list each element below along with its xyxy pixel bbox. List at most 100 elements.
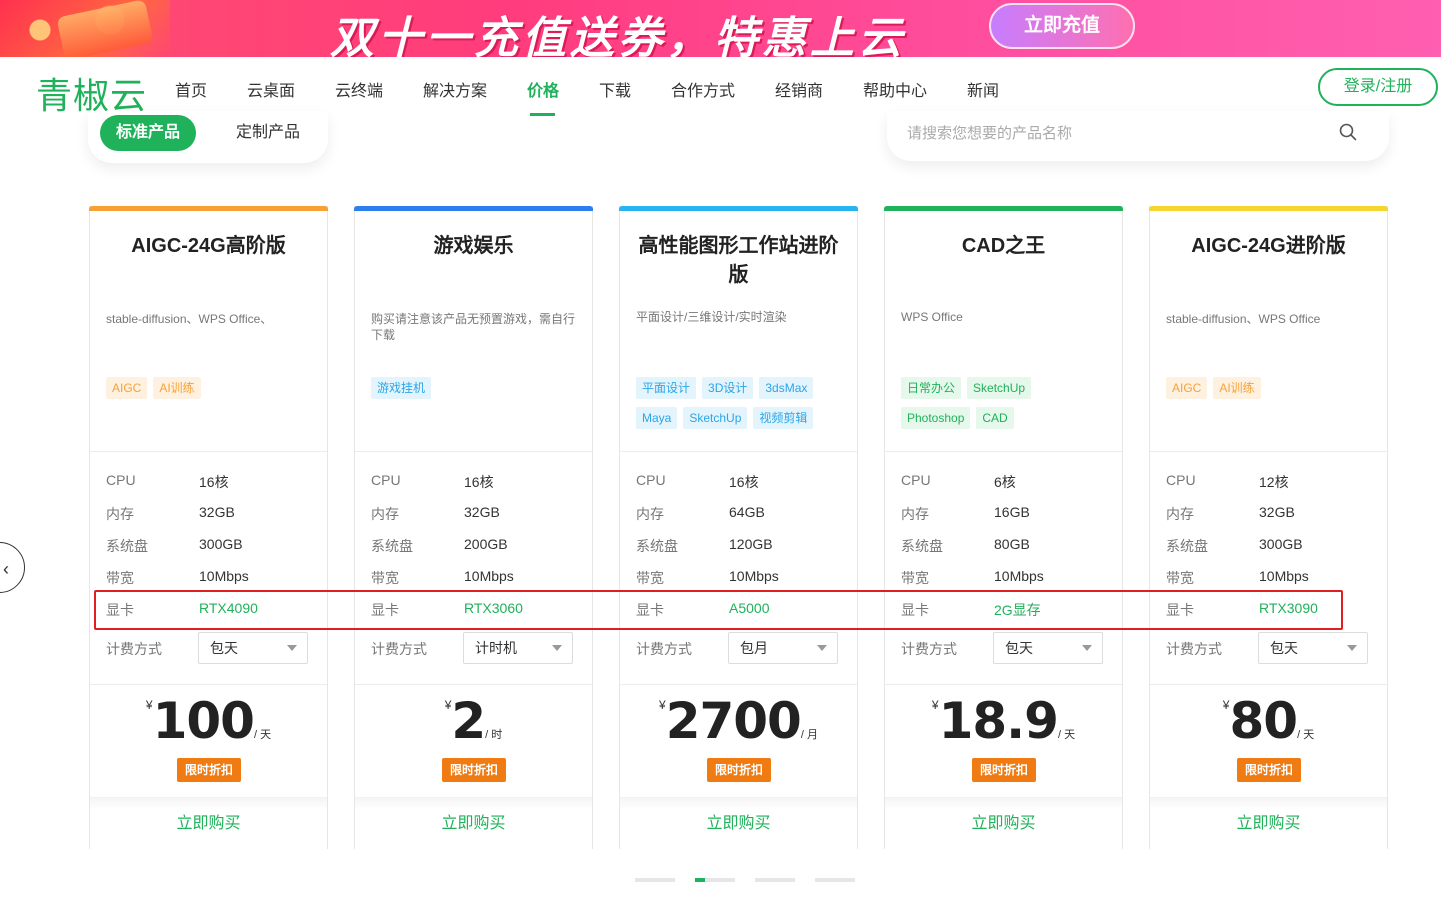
price-currency: ¥ — [931, 698, 939, 712]
nav-item-cloud-terminal[interactable]: 云终端 — [335, 77, 383, 101]
divider — [885, 684, 1122, 685]
spec-label-bandwidth: 带宽 — [1166, 570, 1194, 586]
price-currency: ¥ — [145, 698, 153, 712]
card-title: 高性能图形工作站进阶版 — [638, 235, 839, 286]
nav-item-home[interactable]: 首页 — [175, 77, 207, 101]
nav-item-cloud-desktop[interactable]: 云桌面 — [247, 77, 295, 101]
price-amount: 100 — [152, 692, 255, 750]
nav-item-solutions[interactable]: 解决方案 — [423, 77, 487, 101]
card-tags: AIGC AI训练 — [1166, 377, 1376, 407]
price-amount: 18.9 — [938, 692, 1059, 750]
spec-value-memory: 32GB — [1259, 504, 1295, 520]
spec-label-disk: 系统盘 — [1166, 538, 1208, 554]
billing-select[interactable]: 计时机 — [463, 632, 573, 664]
discount-badge: 限时折扣 — [972, 758, 1036, 782]
tag: 日常办公 — [901, 377, 962, 399]
spec-label-disk: 系统盘 — [901, 538, 943, 554]
buy-now-button[interactable]: 立即购买 — [885, 797, 1122, 849]
spec-value-memory: 32GB — [199, 504, 235, 520]
active-nav-underline — [530, 113, 555, 116]
nav-item-news[interactable]: 新闻 — [967, 77, 999, 101]
price: ¥2/ 时 — [355, 692, 592, 750]
pricing-card: AIGC-24G高阶版 stable-diffusion、WPS Office、 A… — [89, 206, 328, 849]
divider — [620, 684, 857, 685]
card-title: 游戏娱乐 — [433, 235, 514, 257]
chevron-down-icon — [1082, 645, 1092, 651]
tag: 平面设计 — [636, 377, 697, 399]
billing-select[interactable]: 包天 — [1258, 632, 1368, 664]
tab-custom-products[interactable]: 定制产品 — [236, 115, 300, 151]
spec-value-bandwidth: 10Mbps — [729, 568, 779, 584]
spec-label-bandwidth: 带宽 — [106, 570, 134, 586]
carousel-dot-4[interactable] — [815, 878, 855, 882]
carousel-prev-button[interactable]: ‹ — [0, 542, 25, 593]
spec-value-bandwidth: 10Mbps — [199, 568, 249, 584]
price: ¥80/ 天 — [1150, 692, 1387, 750]
discount-badge: 限时折扣 — [442, 758, 506, 782]
billing-select[interactable]: 包天 — [993, 632, 1103, 664]
spec-label-cpu: CPU — [371, 472, 401, 488]
spec-label-memory: 内存 — [901, 506, 929, 522]
tag: Photoshop — [901, 407, 971, 429]
search-icon[interactable] — [1339, 123, 1357, 141]
spec-label-memory: 内存 — [1166, 506, 1194, 522]
login-register-button[interactable]: 登录/注册 — [1318, 68, 1438, 106]
spec-label-gpu: 显卡 — [106, 602, 134, 618]
carousel-dot-1[interactable] — [635, 878, 675, 882]
card-tags: 平面设计 3D设计 3dsMax Maya SketchUp 视频剪辑 — [636, 377, 846, 437]
spec-label-memory: 内存 — [106, 506, 134, 522]
buy-now-button[interactable]: 立即购买 — [355, 797, 592, 849]
spec-value-bandwidth: 10Mbps — [1259, 568, 1309, 584]
price-amount: 2700 — [665, 692, 802, 750]
tag: SketchUp — [967, 377, 1032, 399]
spec-label-disk: 系统盘 — [106, 538, 148, 554]
spec-label-billing: 计费方式 — [1166, 641, 1222, 657]
buy-now-button[interactable]: 立即购买 — [1150, 797, 1387, 849]
card-description: stable-diffusion、WPS Office、 — [106, 312, 273, 326]
spec-value-disk: 300GB — [1259, 536, 1303, 552]
carousel-dot-2[interactable] — [695, 878, 735, 882]
search-input[interactable] — [907, 119, 1327, 147]
spec-label-cpu: CPU — [636, 472, 666, 488]
tag: 视频剪辑 — [753, 407, 814, 429]
spec-value-disk: 80GB — [994, 536, 1030, 552]
card-tags: 游戏挂机 — [371, 377, 581, 407]
nav-item-help-center[interactable]: 帮助中心 — [863, 77, 927, 101]
nav-item-cooperation[interactable]: 合作方式 — [671, 77, 735, 101]
carousel-dot-3[interactable] — [755, 878, 795, 882]
spec-label-cpu: CPU — [106, 472, 136, 488]
tag: 游戏挂机 — [371, 377, 432, 399]
buy-now-button[interactable]: 立即购买 — [90, 797, 327, 849]
divider — [885, 451, 1122, 452]
nav-item-download[interactable]: 下载 — [599, 77, 631, 101]
nav-item-pricing[interactable]: 价格 — [527, 77, 559, 101]
spec-value-bandwidth: 10Mbps — [994, 568, 1044, 584]
price-currency: ¥ — [1222, 698, 1230, 712]
chevron-down-icon — [1347, 645, 1357, 651]
recharge-button[interactable]: 立即充值 — [989, 3, 1135, 49]
discount-badge: 限时折扣 — [707, 758, 771, 782]
promo-banner[interactable]: 双十一充值送券，特惠上云 立即充值 — [0, 0, 1441, 57]
nav-item-dealers[interactable]: 经销商 — [775, 77, 823, 101]
card-title: AIGC-24G高阶版 — [131, 235, 286, 257]
buy-now-button[interactable]: 立即购买 — [620, 797, 857, 849]
card-title: CAD之王 — [961, 235, 1046, 257]
spec-value-cpu: 6核 — [994, 474, 1016, 490]
spec-value-gpu: RTX3090 — [1259, 600, 1318, 616]
spec-label-memory: 内存 — [371, 506, 399, 522]
spec-value-cpu: 16核 — [729, 474, 759, 490]
card-title: AIGC-24G进阶版 — [1191, 235, 1346, 257]
card-description: 平面设计/三维设计/实时渲染 — [636, 310, 787, 324]
spec-value-cpu: 16核 — [464, 474, 494, 490]
spec-value-memory: 32GB — [464, 504, 500, 520]
price: ¥100/ 天 — [90, 692, 327, 750]
billing-select[interactable]: 包月 — [728, 632, 838, 664]
divider — [1150, 451, 1387, 452]
billing-select[interactable]: 包天 — [198, 632, 308, 664]
discount-badge: 限时折扣 — [177, 758, 241, 782]
price-amount: 2 — [451, 692, 486, 750]
price-unit: / 天 — [1297, 729, 1315, 741]
tab-standard-products[interactable]: 标准产品 — [100, 115, 196, 151]
spec-value-gpu: RTX4090 — [199, 600, 258, 616]
spec-label-cpu: CPU — [1166, 472, 1196, 488]
